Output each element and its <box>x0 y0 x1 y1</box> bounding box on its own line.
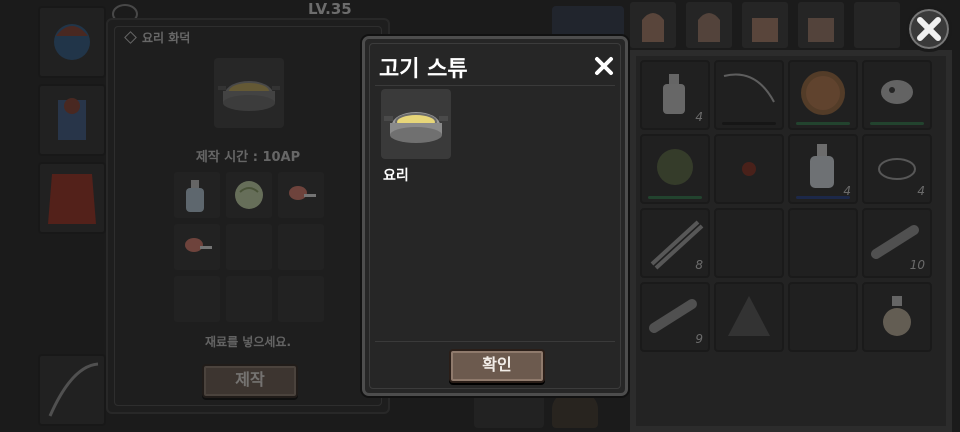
ingredient-slot-5[interactable] <box>226 224 272 270</box>
armor-icon <box>58 98 86 140</box>
item-dialog: 고기 스튜 요리 확인 <box>362 36 628 396</box>
ingredient-slot-7[interactable] <box>174 276 220 322</box>
item-count: 4 <box>917 184 925 198</box>
inventory-slot[interactable] <box>714 282 784 352</box>
cloak-icon <box>48 174 96 224</box>
inventory-slot[interactable] <box>640 134 710 204</box>
tab-backpack-2[interactable] <box>686 2 732 48</box>
tab-backpack-1[interactable] <box>630 2 676 48</box>
close-inventory-button[interactable] <box>906 6 952 52</box>
ingredient-slot-2[interactable] <box>226 172 272 218</box>
wrench-slot[interactable] <box>474 394 544 428</box>
inventory-slot[interactable] <box>788 282 858 352</box>
backpack-icon <box>698 13 720 42</box>
top-slot[interactable] <box>552 6 624 38</box>
inventory-slot[interactable] <box>788 60 858 130</box>
ingredient-hint: 재료를 넣으세요. <box>204 335 292 349</box>
dialog-bottom-divider <box>375 341 615 342</box>
potion-icon <box>883 296 911 336</box>
tab-backpack-4[interactable] <box>798 2 844 48</box>
tab-empty[interactable] <box>854 2 900 48</box>
inventory-panel: 4 4 4 8 10 9 <box>630 50 952 432</box>
tab-backpack-3[interactable] <box>742 2 788 48</box>
item-count: 8 <box>695 258 703 272</box>
backpack-icon <box>752 18 778 42</box>
durability-bar <box>722 122 776 125</box>
ingredient-slot-6[interactable] <box>278 224 324 270</box>
cooking-panel-title: 요리 화덕 <box>142 31 191 45</box>
dialog-item-slot[interactable] <box>381 89 451 159</box>
pizza-icon <box>801 71 845 115</box>
equipment-slot-weapon[interactable] <box>38 354 106 426</box>
meat-icon <box>185 238 212 252</box>
item-count: 10 <box>909 258 925 272</box>
close-icon <box>595 57 613 75</box>
ingredient-slot-9[interactable] <box>278 276 324 322</box>
backpack-icon <box>808 18 834 42</box>
ingredient-slot-8[interactable] <box>226 276 272 322</box>
durability-bar <box>796 196 850 199</box>
dialog-title: 고기 스튜 <box>379 57 468 82</box>
cooking-result-slot[interactable] <box>214 58 284 128</box>
equipment-slot-armor[interactable] <box>38 84 106 156</box>
close-icon <box>917 17 941 41</box>
cabbage-icon <box>235 181 263 209</box>
item-count: 9 <box>695 332 703 346</box>
ingredient-slot-4[interactable] <box>174 224 220 270</box>
dialog-item-label: 요리 <box>383 168 409 184</box>
equipment-slot-cloak[interactable] <box>38 162 106 234</box>
dialog-close-button[interactable] <box>591 53 617 79</box>
ingredient-slot-3[interactable] <box>278 172 324 218</box>
inventory-slot[interactable]: 9 <box>640 282 710 352</box>
inventory-slot[interactable] <box>788 208 858 278</box>
craft-button[interactable]: 제작 <box>202 364 298 398</box>
equipment-slot-helmet[interactable] <box>38 6 106 78</box>
durability-bar <box>796 122 850 125</box>
herb-icon <box>657 149 693 185</box>
craft-time-label: 제작 시간 : 10AP <box>195 150 301 165</box>
inventory-slot[interactable] <box>714 60 784 130</box>
pot-icon <box>218 81 280 111</box>
durability-bar <box>648 196 702 199</box>
berry-icon <box>742 162 756 176</box>
durability-bar <box>870 122 924 125</box>
inventory-slot[interactable]: 8 <box>640 208 710 278</box>
level-label: LV.35 <box>308 0 352 18</box>
inventory-slot[interactable]: 4 <box>788 134 858 204</box>
inventory-slot[interactable]: 4 <box>862 134 932 204</box>
inventory-slot[interactable] <box>862 282 932 352</box>
item-count: 4 <box>695 110 703 124</box>
dialog-title-divider <box>375 85 615 86</box>
cooking-panel: 요리 화덕 제작 시간 : 10AP 재료를 넣으세요. 제작 <box>106 18 390 414</box>
confirm-button[interactable]: 확인 <box>449 349 545 383</box>
helmet-icon <box>54 24 90 60</box>
fishing-rod-icon <box>723 73 775 103</box>
tent-icon <box>728 296 770 336</box>
inventory-slot[interactable]: 4 <box>640 60 710 130</box>
pot-icon <box>384 112 448 143</box>
ingredient-slot-1[interactable] <box>174 172 220 218</box>
inventory-slot[interactable] <box>714 208 784 278</box>
water-bottle-icon <box>186 180 204 212</box>
bow-icon <box>48 362 99 417</box>
meat-icon <box>289 186 316 200</box>
inventory-slot[interactable]: 10 <box>862 208 932 278</box>
inventory-slot[interactable] <box>714 134 784 204</box>
fish-icon <box>881 80 913 104</box>
inventory-slot[interactable] <box>862 60 932 130</box>
backpack-icon <box>642 13 664 42</box>
